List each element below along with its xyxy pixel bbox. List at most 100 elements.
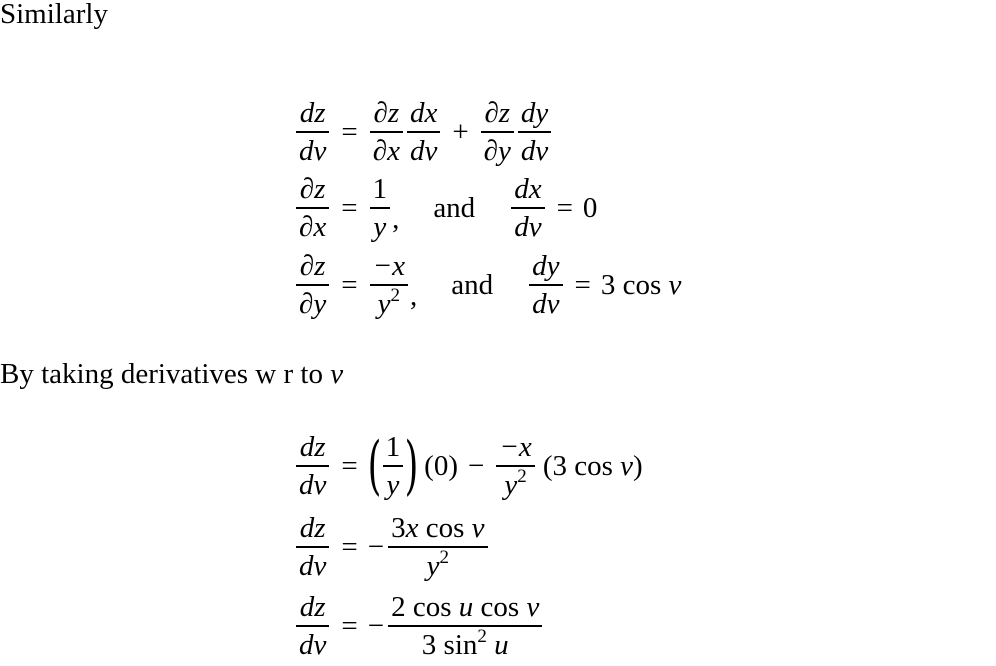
fraction-partial-z-x: ∂z ∂x [369,97,403,167]
value-zero: 0 [582,191,598,224]
intro-text: Similarly [0,0,108,30]
fraction-bar [296,283,330,286]
coefficient: 3 [391,512,406,545]
equals-sign: = [341,609,358,642]
equals-sign: = [574,268,591,301]
variable: v [330,358,344,390]
fraction-bar [382,464,404,467]
fraction-one-over-y: 1y [369,173,391,243]
and-text: and [433,191,476,224]
fraction-bar [296,464,330,467]
numerator: dx [409,97,438,130]
numerator: dz [299,512,326,545]
cos: cos [473,591,527,624]
numerator: 1 [372,173,388,206]
denominator: ∂x [299,210,327,243]
fraction-dz-dv: dz dv [296,97,330,167]
numerator: dz [299,591,326,624]
fraction-dz-dv: dz dv [296,591,330,661]
equation-partial-x: ∂z ∂x = 1y , and dx dv = 0 [294,168,597,248]
denominator: 3 sin2 u [419,627,512,661]
fraction-bar [480,130,514,133]
numerator: 1 [385,431,401,464]
denominator: dv [299,468,327,501]
derivatives-label: By taking derivatives w r to [0,358,331,390]
variable: v [668,268,682,301]
fraction-partial-z-x: ∂z ∂x [296,173,330,243]
fraction-bar [406,130,441,133]
fraction-neg-x-over-y-squared: −x y2 [369,250,409,320]
numerator: ∂z [299,173,326,206]
denominator: y [373,210,387,243]
denominator: y [386,468,400,501]
zero-term: (0) [424,449,458,482]
coefficient-sin: 3 sin [421,628,478,661]
term-open: (3 cos [542,449,621,482]
fraction-bar [517,130,552,133]
equals-sign: = [341,115,358,148]
denominator: dv [299,134,327,167]
numerator: dy [520,97,549,130]
value-three-cos-v: 3 cos v [601,268,682,301]
equation-final: dz dv = − 2 cos u cos v 3 sin2 u [294,586,544,666]
fraction-one-over-y: 1y [382,431,404,501]
fraction-dx-dv: dx dv [511,173,545,243]
equals-sign: = [556,191,573,224]
numerator: dy [532,250,560,283]
numerator: dz [299,431,326,464]
fraction-neg-x-over-y-squared: −x y2 [496,431,535,501]
numerator: ∂z [484,97,511,130]
variable-u: u [494,628,509,661]
denominator: ∂y [299,287,327,320]
variable-u: u [458,591,474,624]
denominator: y2 [375,286,403,320]
exponent: 2 [390,284,400,306]
numerator: ∂z [373,97,400,130]
fraction-bar [496,464,535,467]
denominator: dv [409,134,438,167]
denominator: y2 [501,467,529,501]
right-paren: ) [404,429,419,503]
fraction-bar [369,283,409,286]
plus-sign: + [452,115,469,148]
fraction-bar [296,545,330,548]
numerator: −x [499,431,532,464]
fraction-bar [388,545,488,548]
equals-sign: = [341,191,358,224]
fraction-bar [388,624,543,627]
denominator: y2 [424,548,452,582]
numerator: dx [514,173,542,206]
numerator: −x [372,250,406,283]
fraction-dz-dv: dz dv [296,431,330,501]
left-paren: ( [367,429,382,503]
fraction-dy-dv: dy dv [517,97,552,166]
exponent: 2 [439,546,449,568]
fraction-bar [369,206,391,209]
variable-v: v [471,512,485,545]
equation-partial-y: ∂z ∂y = −x y2 , and dy dv = 3 cos v [294,245,681,325]
denominator: dv [514,210,542,243]
variable-x: x [405,512,419,545]
fraction-bar [296,206,330,209]
equation-simplified: dz dv = − 3x cos v y2 [294,507,490,587]
comma: , [392,202,400,235]
numerator: dz [299,97,326,130]
denominator: ∂y [483,134,511,167]
minus-sign: − [468,449,485,482]
fraction-bar [529,283,563,286]
equation-chain-rule: dz dv = ∂z ∂x dx dv + ∂z ∂y dy dv [294,92,553,172]
denominator: ∂x [372,134,400,167]
coefficient-cos: 2 cos [391,591,459,624]
equals-sign: = [341,449,358,482]
base: y [426,549,440,582]
cos: cos [418,512,472,545]
comma: , [410,279,418,312]
base: y [377,287,391,320]
denominator: dv [532,287,560,320]
variable-v: v [526,591,540,624]
base: y [504,468,518,501]
numerator: 3x cos v [388,513,487,543]
denominator: dv [299,628,327,661]
minus-sign: − [367,530,385,563]
equals-sign: = [341,530,358,563]
